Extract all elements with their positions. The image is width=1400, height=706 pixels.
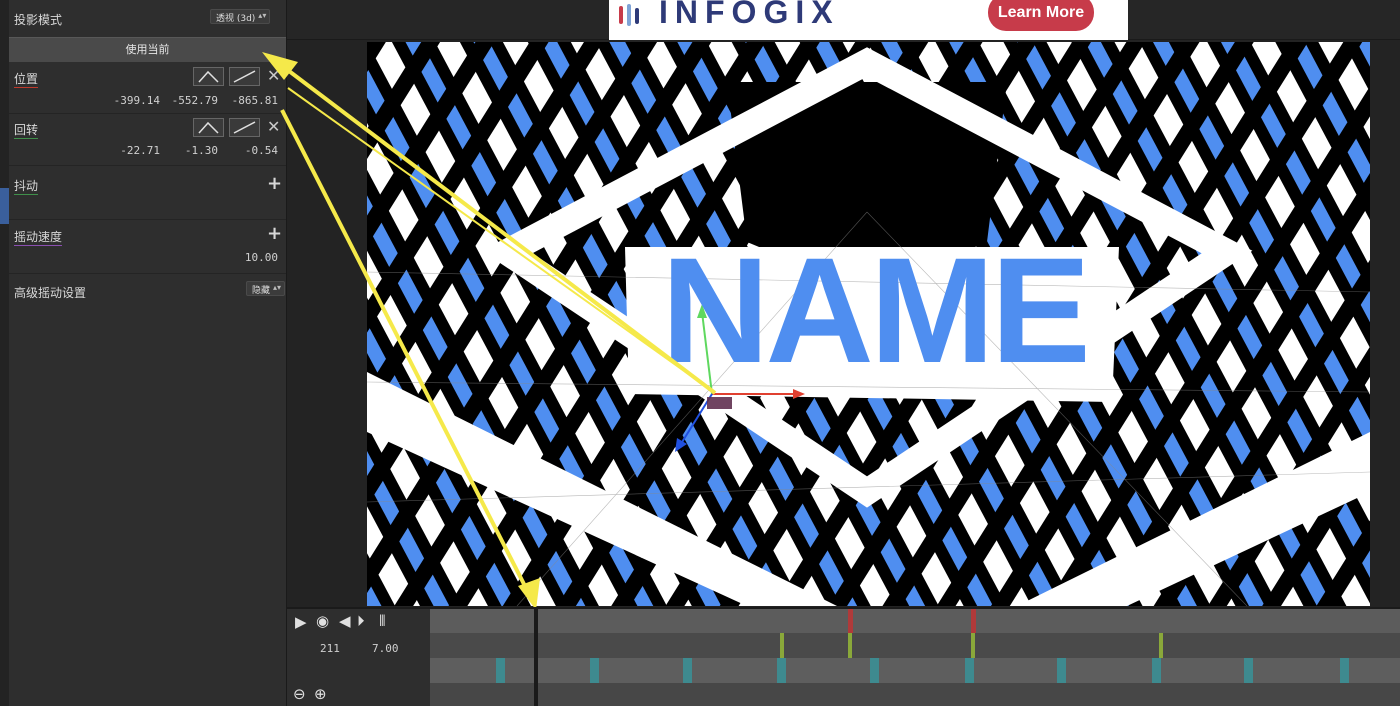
timeline: ▶ ◉ ◀ ⏵ ⦀ 211 7.00 ⊖ ⊕ (287, 607, 1400, 706)
playhead[interactable] (534, 609, 538, 706)
keyframe-marker[interactable] (965, 658, 974, 683)
eye-icon[interactable]: ◉ (316, 612, 329, 630)
keyframe-marker[interactable] (590, 658, 599, 683)
zoom-in-icon[interactable]: ⊕ (314, 685, 327, 703)
keyframe-marker[interactable] (971, 633, 975, 658)
play-icon[interactable]: ▶ (295, 613, 307, 631)
keyframe-marker[interactable] (1152, 658, 1161, 683)
track-rotation[interactable] (430, 633, 1400, 658)
waveform-icon[interactable]: ⦀ (379, 612, 386, 630)
keyframe-marker[interactable] (971, 609, 976, 633)
keyframe-marker[interactable] (777, 658, 786, 683)
track-position[interactable] (430, 609, 1400, 633)
keyframe-marker[interactable] (870, 658, 879, 683)
track-shake[interactable] (430, 658, 1400, 683)
keyframe-marker[interactable] (1159, 633, 1163, 658)
keyframe-marker[interactable] (1244, 658, 1253, 683)
timeline-controls: ▶ ◉ ◀ ⏵ ⦀ 211 7.00 ⊖ ⊕ (287, 609, 430, 706)
annotation-arrows (262, 52, 717, 610)
keyframe-marker[interactable] (848, 609, 853, 633)
speaker-icon[interactable]: ◀ (339, 612, 351, 630)
current-time[interactable]: 7.00 (372, 642, 399, 655)
zoom-out-icon[interactable]: ⊖ (293, 685, 306, 703)
current-frame[interactable]: 211 (320, 642, 340, 655)
keyframe-marker[interactable] (1340, 658, 1349, 683)
step-forward-icon[interactable]: ⏵ (357, 612, 365, 630)
timeline-tracks[interactable] (430, 609, 1400, 706)
track-shake-speed[interactable] (430, 683, 1400, 706)
keyframe-marker[interactable] (780, 633, 784, 658)
keyframe-marker[interactable] (848, 633, 852, 658)
keyframe-marker[interactable] (683, 658, 692, 683)
keyframe-marker[interactable] (1057, 658, 1066, 683)
keyframe-marker[interactable] (496, 658, 505, 683)
